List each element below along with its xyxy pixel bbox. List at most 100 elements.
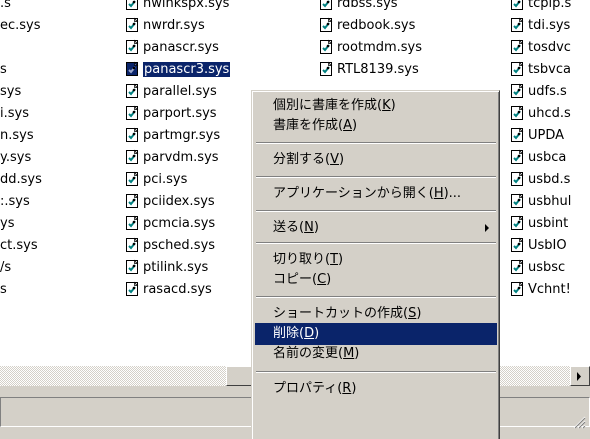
file-item[interactable]: usbsc — [509, 258, 590, 278]
file-item[interactable]: :.sys — [0, 192, 110, 212]
file-name: RTL8139.sys — [337, 62, 419, 77]
system-file-icon — [509, 61, 525, 77]
file-item[interactable]: .s — [0, 0, 110, 14]
file-item[interactable]: y.sys — [0, 148, 110, 168]
file-name: :.sys — [0, 194, 30, 209]
submenu-arrow-icon — [485, 224, 489, 232]
system-file-icon — [124, 105, 140, 121]
file-item[interactable]: pcmcia.sys — [124, 214, 259, 234]
file-item[interactable]: tcpip.s — [509, 0, 590, 14]
system-file-icon — [124, 259, 140, 275]
file-name: udfs.s — [528, 84, 567, 99]
arrow-right-icon — [577, 372, 581, 381]
file-name: rasacd.sys — [143, 282, 212, 297]
file-item[interactable]: rasacd.sys — [124, 280, 259, 300]
file-item[interactable]: tdi.sys — [509, 16, 590, 36]
menu-item-n[interactable]: 送る(N) — [255, 217, 497, 239]
file-name: usbd.s — [528, 172, 571, 187]
file-item[interactable]: partmgr.sys — [124, 126, 259, 146]
file-name: i.sys — [0, 106, 29, 121]
file-item[interactable]: /s — [0, 258, 110, 278]
file-name: ct.sys — [0, 238, 38, 253]
file-item[interactable]: ptilink.sys — [124, 258, 259, 278]
file-item[interactable]: nwrdr.sys — [124, 16, 259, 36]
file-item[interactable]: Vchnt! — [509, 280, 590, 300]
file-item[interactable]: ec.sys — [0, 16, 110, 36]
file-name: tsbvca — [528, 62, 571, 77]
file-name: sys — [0, 84, 22, 99]
file-item[interactable]: panascr3.sys — [124, 60, 259, 80]
menu-item-v[interactable]: 分割する(V) — [255, 149, 497, 171]
file-item[interactable]: psched.sys — [124, 236, 259, 256]
file-item[interactable]: redbook.sys — [318, 16, 488, 36]
menu-separator — [256, 210, 496, 212]
system-file-icon — [124, 215, 140, 231]
file-name: parport.sys — [143, 106, 217, 121]
system-file-icon — [509, 281, 525, 297]
file-name: panascr.sys — [143, 40, 219, 55]
file-item[interactable]: UsbIO — [509, 236, 590, 256]
file-name: pcmcia.sys — [143, 216, 216, 231]
file-item[interactable]: parport.sys — [124, 104, 259, 124]
context-menu: 個別に書庫を作成(K) 書庫を作成(A) 分割する(V) アプリケーションから開く(H… — [251, 90, 500, 439]
file-item[interactable] — [0, 38, 110, 58]
file-name: Vchnt! — [528, 282, 571, 297]
file-item[interactable]: UPDA — [509, 126, 590, 146]
menu-item-a[interactable]: 書庫を作成(A) — [255, 115, 497, 137]
file-item[interactable]: parallel.sys — [124, 82, 259, 102]
system-file-icon — [509, 105, 525, 121]
file-item[interactable]: tosdvc — [509, 38, 590, 58]
menu-separator — [256, 142, 496, 144]
file-item[interactable]: nwinkspx.sys — [124, 0, 259, 14]
file-item[interactable]: udfs.s — [509, 82, 590, 102]
system-file-icon — [124, 193, 140, 209]
menu-item-h[interactable]: アプリケーションから開く(H)... — [255, 183, 497, 205]
file-item[interactable]: sys — [0, 82, 110, 102]
menu-item-d[interactable]: 削除(D) — [255, 323, 497, 345]
file-name: nwinkspx.sys — [143, 0, 230, 11]
file-item[interactable]: dd.sys — [0, 170, 110, 190]
system-file-icon — [509, 39, 525, 55]
file-item[interactable]: ct.sys — [0, 236, 110, 256]
file-item[interactable]: usbd.s — [509, 170, 590, 190]
file-name: dd.sys — [0, 172, 42, 187]
file-item[interactable]: i.sys — [0, 104, 110, 124]
file-item[interactable]: RTL8139.sys — [318, 60, 488, 80]
menu-item-s[interactable]: ショートカットの作成(S) — [255, 303, 497, 325]
menu-item-c[interactable]: コピー(C) — [255, 269, 497, 291]
file-item[interactable]: rootmdm.sys — [318, 38, 488, 58]
file-item[interactable]: rdbss.sys — [318, 0, 488, 14]
menu-item-label: 送る(N) — [273, 220, 319, 235]
file-name: partmgr.sys — [143, 128, 221, 143]
menu-item-label: 名前の変更(M) — [273, 346, 360, 361]
file-item[interactable]: usbint — [509, 214, 590, 234]
menu-item-k[interactable]: 個別に書庫を作成(K) — [255, 95, 497, 117]
menu-item-label: コピー(C) — [273, 272, 332, 287]
menu-item-t[interactable]: 切り取り(T) — [255, 249, 497, 271]
file-item[interactable]: uhcd.s — [509, 104, 590, 124]
menu-item-r[interactable]: プロパティ(R) — [255, 378, 497, 400]
system-file-icon — [124, 237, 140, 253]
file-item[interactable]: parvdm.sys — [124, 148, 259, 168]
file-name: s — [0, 62, 7, 77]
file-item[interactable]: s — [0, 60, 110, 80]
system-file-icon — [509, 17, 525, 33]
file-item[interactable]: panascr.sys — [124, 38, 259, 58]
file-item[interactable]: pci.sys — [124, 170, 259, 190]
file-name: pciidex.sys — [143, 194, 215, 209]
menu-item-label: ショートカットの作成(S) — [273, 306, 422, 321]
file-item[interactable]: usbhul — [509, 192, 590, 212]
file-item[interactable]: tsbvca — [509, 60, 590, 80]
file-name: rdbss.sys — [337, 0, 398, 11]
menu-item-label: 書庫を作成(A) — [273, 118, 358, 133]
file-item[interactable]: pciidex.sys — [124, 192, 259, 212]
file-item[interactable]: s — [0, 280, 110, 300]
scroll-right-button[interactable] — [570, 366, 590, 386]
resize-grip-icon[interactable] — [570, 413, 586, 429]
file-item[interactable]: usbca — [509, 148, 590, 168]
system-file-icon — [124, 61, 140, 77]
file-name: tcpip.s — [528, 0, 572, 11]
file-item[interactable]: n.sys — [0, 126, 110, 146]
file-item[interactable]: ys — [0, 214, 110, 234]
menu-item-m[interactable]: 名前の変更(M) — [255, 343, 497, 365]
